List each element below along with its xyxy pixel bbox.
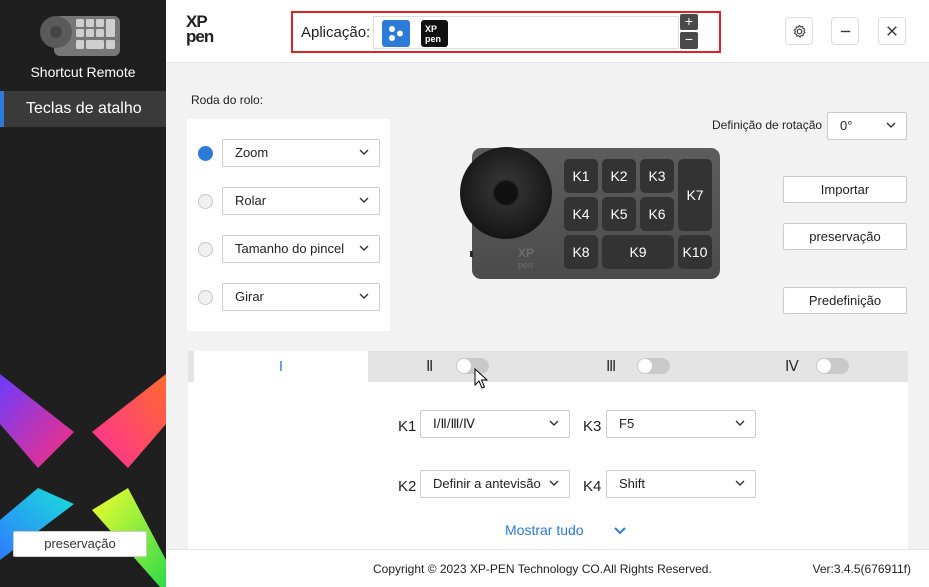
all-apps-glyph-icon (389, 26, 403, 41)
minimize-icon (840, 30, 850, 33)
chevron-down-icon (549, 480, 559, 486)
chevron-down-icon (359, 293, 369, 299)
k2-label: K2 (398, 478, 417, 495)
wheel-select-brush-size-value: Tamanho do pincel (235, 241, 345, 256)
application-label: Aplicação: (301, 24, 371, 41)
shortcut-remote-device: XP pen K1 K2 K3 K7 K4 K5 K6 K8 K9 K10 (460, 147, 720, 279)
k1-label: K1 (398, 418, 417, 435)
minimize-button[interactable] (831, 17, 859, 45)
sidebar: Shortcut Remote Teclas de atalho preserv… (0, 0, 166, 587)
chevron-down-icon (359, 245, 369, 251)
main-panel: Roda do rolo: Zoom Rolar Tamanho do pinc… (166, 63, 929, 549)
k4-select[interactable]: Shift (606, 470, 756, 498)
logo-line-2: pen (186, 27, 214, 46)
key-settings-panel: K1 Ⅰ/Ⅱ/Ⅲ/Ⅳ K3 F5 K2 Definir a antevisão … (188, 382, 908, 549)
tab-iv[interactable]: Ⅳ (728, 351, 902, 382)
wheel-select-rotate[interactable]: Girar (222, 283, 380, 311)
wheel-radio-brush-size[interactable] (198, 242, 213, 257)
header: XP pen Aplicação: XP pen + − (166, 0, 929, 63)
wheel-radio-rotate[interactable] (198, 290, 213, 305)
chevron-down-icon (359, 197, 369, 203)
show-all-link[interactable]: Mostrar tudo (505, 522, 584, 538)
device-key-k6[interactable]: K6 (648, 206, 665, 222)
tab-iii-label: Ⅲ (606, 358, 617, 375)
k1-select[interactable]: Ⅰ/Ⅱ/Ⅲ/Ⅳ (420, 410, 570, 438)
wheel-select-scroll[interactable]: Rolar (222, 187, 380, 215)
device-key-k4[interactable]: K4 (572, 206, 589, 222)
save-button[interactable]: preservação (783, 223, 907, 250)
wheel-select-brush-size[interactable]: Tamanho do pincel (222, 235, 380, 263)
tab-iii[interactable]: Ⅲ (548, 351, 722, 382)
remove-application-button[interactable]: − (680, 32, 698, 49)
sidebar-preset-button[interactable]: preservação (13, 531, 147, 557)
k4-label: K4 (583, 478, 602, 495)
wheel-select-rotate-value: Girar (235, 289, 264, 304)
tab-iv-toggle[interactable] (816, 358, 849, 374)
k1-select-value: Ⅰ/Ⅱ/Ⅲ/Ⅳ (433, 416, 476, 431)
gear-icon (793, 24, 806, 38)
wheel-section-title: Roda do rolo: (191, 93, 264, 107)
application-list: XP pen (373, 16, 679, 49)
device-key-k8[interactable]: K8 (572, 244, 589, 260)
k2-select[interactable]: Definir a antevisão (420, 470, 570, 498)
chevron-down-icon (359, 149, 369, 155)
wheel-radio-scroll[interactable] (198, 194, 213, 209)
tab-iii-toggle[interactable] (637, 358, 670, 374)
tab-ii-label: Ⅱ (426, 358, 434, 375)
wheel-select-zoom[interactable]: Zoom (222, 139, 380, 167)
settings-button[interactable] (785, 17, 813, 45)
device-key-k5[interactable]: K5 (610, 206, 627, 222)
wheel-radio-zoom[interactable] (198, 146, 213, 161)
rotation-select[interactable]: 0° (827, 112, 907, 140)
device-key-k1[interactable]: K1 (572, 168, 589, 184)
tab-iv-label: Ⅳ (785, 358, 799, 375)
copyright-text: Copyright © 2023 XP-PEN Technology CO.Al… (373, 562, 712, 576)
device-brand-line-1: XP (518, 246, 534, 260)
version-text: Ver:3.4.5(676911f) (812, 562, 911, 576)
rotation-label: Definição de rotação (712, 118, 823, 132)
device-key-k10[interactable]: K10 (683, 244, 708, 260)
k4-select-value: Shift (619, 476, 646, 491)
application-selector: Aplicação: XP pen (291, 11, 721, 53)
chevron-down-icon (549, 420, 559, 426)
k3-select[interactable]: F5 (606, 410, 756, 438)
rotation-select-value: 0° (840, 118, 853, 133)
import-button[interactable]: Importar (783, 176, 907, 203)
add-application-button[interactable]: + (680, 14, 698, 30)
xp-app-icon-line-2: pen (425, 34, 442, 44)
wheel-options-panel: Zoom Rolar Tamanho do pincel Girar (187, 119, 390, 331)
chevron-down-icon (735, 420, 745, 426)
footer: Copyright © 2023 XP-PEN Technology CO.Al… (166, 549, 929, 587)
default-button[interactable]: Predefinição (783, 287, 907, 314)
device-key-k7[interactable]: K7 (686, 187, 703, 203)
tab-i-label: I (278, 358, 284, 375)
k2-select-value: Definir a antevisão (433, 476, 541, 491)
profile-tabs: I Ⅱ Ⅲ Ⅳ (188, 351, 908, 382)
device-key-k9[interactable]: K9 (629, 244, 646, 260)
close-icon (887, 26, 897, 36)
sidebar-item-shortcut-keys[interactable]: Teclas de atalho (0, 91, 166, 127)
device-name[interactable]: Shortcut Remote (0, 64, 166, 80)
device-thumbnail-icon (40, 16, 120, 56)
tab-i[interactable]: I (194, 351, 368, 382)
wheel-select-zoom-value: Zoom (235, 145, 269, 160)
device-key-k2[interactable]: K2 (610, 168, 627, 184)
chevron-down-icon (886, 122, 896, 128)
chevron-down-icon (735, 480, 745, 486)
device-key-k3[interactable]: K3 (648, 168, 665, 184)
xp-pen-app-icon[interactable]: XP pen (421, 20, 448, 47)
close-button[interactable] (878, 17, 906, 45)
xp-app-icon-line-1: XP (425, 24, 438, 34)
k3-label: K3 (583, 418, 602, 435)
xp-pen-logo: XP pen (186, 13, 220, 48)
all-apps-icon[interactable] (382, 20, 410, 47)
chevron-down-icon[interactable] (614, 526, 626, 536)
wheel-select-scroll-value: Rolar (235, 193, 267, 208)
tab-ii[interactable]: Ⅱ (368, 351, 542, 382)
mouse-cursor-icon (474, 368, 488, 389)
device-brand-line-2: pen (518, 260, 533, 270)
k3-select-value: F5 (619, 416, 635, 431)
